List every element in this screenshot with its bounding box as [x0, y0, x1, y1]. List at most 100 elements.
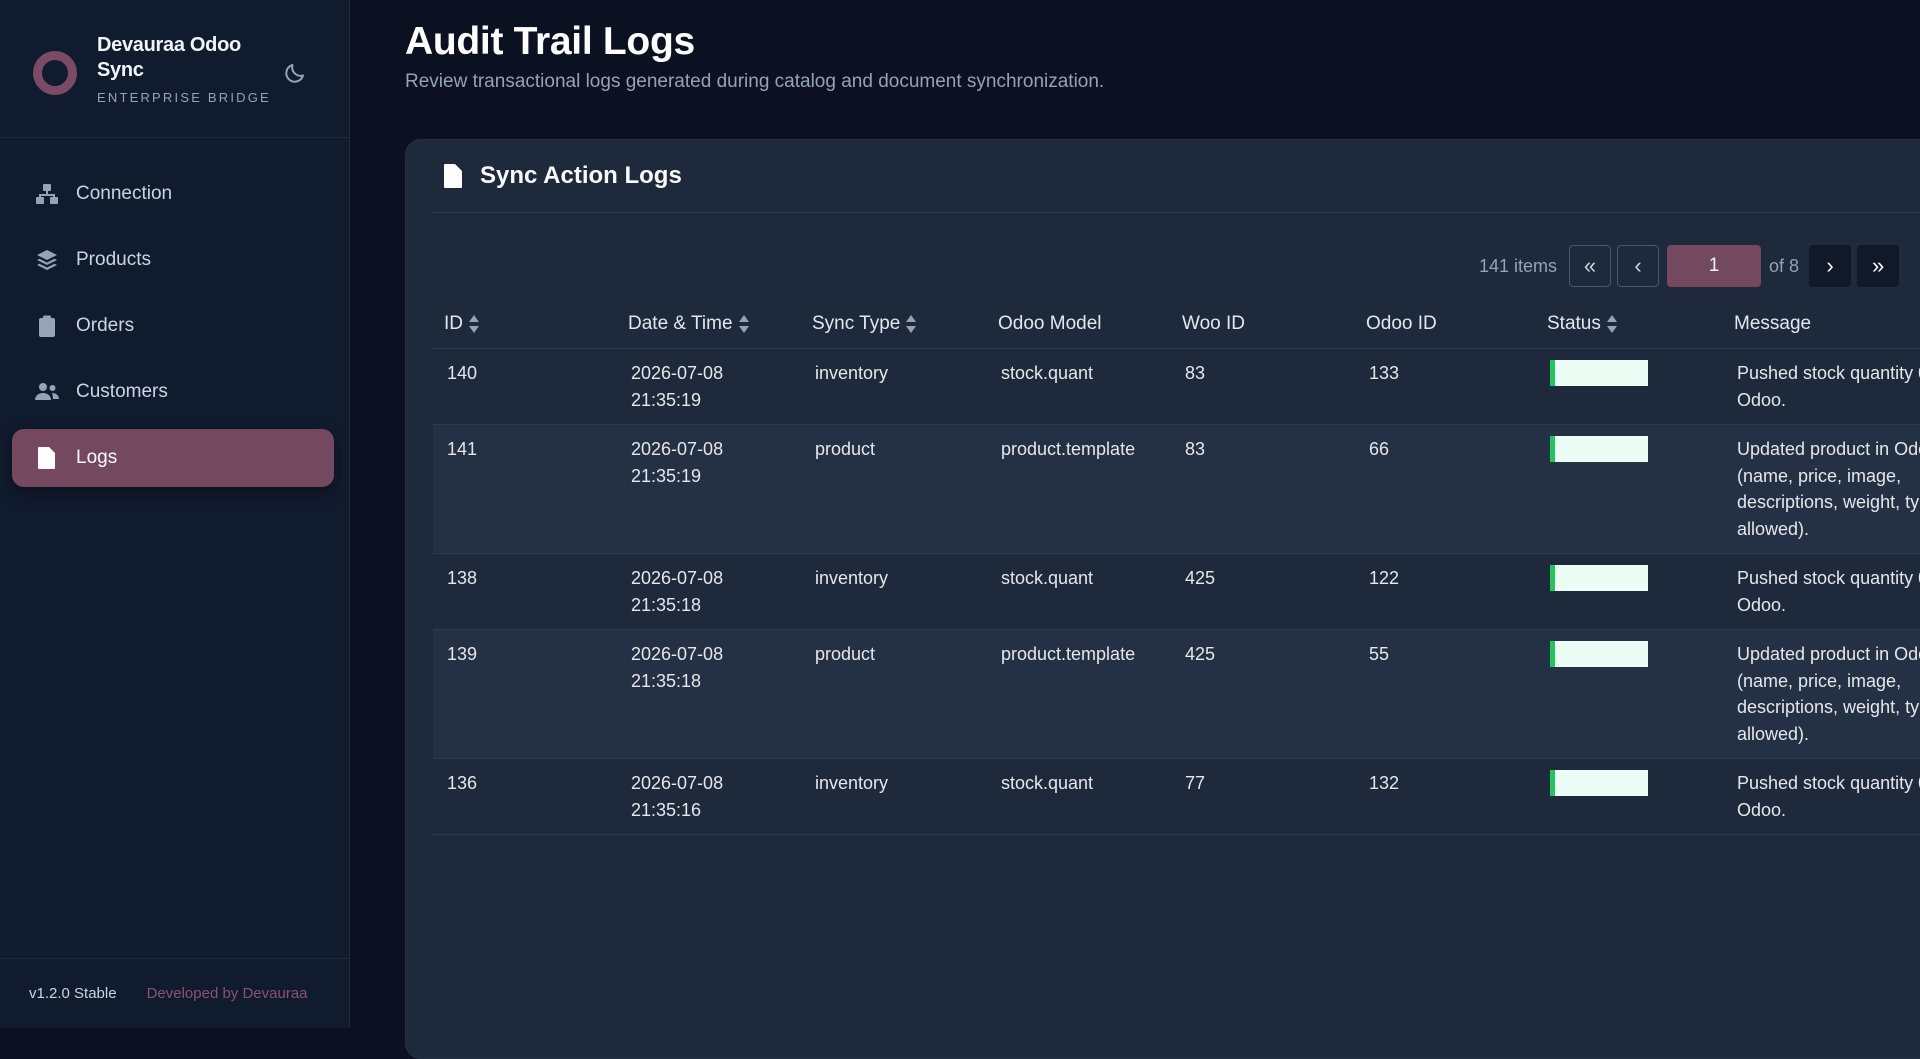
brand-header: Devauraa Odoo Sync ENTERPRISE BRIDGE — [0, 0, 349, 138]
cell-sync-type: product — [801, 629, 987, 759]
sidebar-item-orders[interactable]: Orders — [12, 297, 334, 355]
first-page-button[interactable]: « — [1569, 245, 1612, 287]
status-badge: success — [1550, 436, 1648, 462]
cell-odoo-id: 122 — [1355, 553, 1536, 630]
cell-message: Updated product in Odoo (name, price, im… — [1723, 629, 1920, 759]
prev-page-button[interactable]: ‹ — [1617, 245, 1660, 287]
page-total: of 8 — [1769, 255, 1800, 276]
file-icon — [34, 445, 60, 471]
cell-date-time: 2026-07-08 21:35:19 — [617, 424, 801, 554]
sort-icon — [1606, 314, 1617, 333]
cell-odoo-model: stock.quant — [987, 758, 1171, 835]
table-header-row: ID Date & Time Sync Type Odoo Model Woo … — [433, 300, 1920, 349]
column-header-status[interactable]: Status — [1536, 300, 1723, 349]
cell-odoo-model: stock.quant — [987, 553, 1171, 630]
layers-icon — [34, 247, 60, 273]
version-label: v1.2.0 Stable — [29, 985, 117, 1002]
sort-icon — [738, 314, 749, 333]
current-page[interactable]: 1 — [1667, 245, 1762, 287]
cell-status: success — [1536, 629, 1723, 759]
sitemap-icon — [34, 181, 60, 207]
brand-name: Devauraa Odoo Sync — [97, 34, 241, 81]
cell-date-time: 2026-07-08 21:35:18 — [617, 629, 801, 759]
file-icon — [444, 164, 462, 188]
cell-sync-type: inventory — [801, 553, 987, 630]
cell-date-time: 2026-07-08 21:35:19 — [617, 348, 801, 425]
cell-id: 138 — [433, 553, 617, 630]
column-header-message: Message — [1723, 300, 1920, 349]
cell-woo-id: 77 — [1171, 758, 1355, 835]
card-header: Sync Action Logs — [433, 140, 1920, 213]
pagination: 141 items « ‹ 1 of 8 › » — [1479, 244, 1905, 288]
cell-status: success — [1536, 348, 1723, 425]
sort-icon — [906, 314, 917, 333]
column-header-date-time[interactable]: Date & Time — [617, 300, 801, 349]
sidebar-item-products[interactable]: Products — [12, 231, 334, 289]
sidebar-nav: Connection Products Orders Customers Log… — [12, 165, 334, 495]
page-title: Audit Trail Logs — [405, 20, 695, 63]
cell-id: 139 — [433, 629, 617, 759]
column-header-odoo-id: Odoo ID — [1355, 300, 1536, 349]
next-page-button[interactable]: › — [1809, 245, 1852, 287]
cell-status: success — [1536, 758, 1723, 835]
column-header-odoo-model: Odoo Model — [987, 300, 1171, 349]
table-row[interactable]: 136 2026-07-08 21:35:16 inventory stock.q… — [433, 758, 1920, 835]
cell-woo-id: 83 — [1171, 348, 1355, 425]
status-badge: success — [1550, 565, 1648, 591]
cell-id: 141 — [433, 424, 617, 554]
sync-logs-card: Sync Action Logs 141 items « ‹ 1 of 8 › … — [405, 139, 1920, 1059]
sort-icon — [469, 314, 479, 333]
table-row[interactable]: 140 2026-07-08 21:35:19 inventory stock.q… — [433, 348, 1920, 425]
cell-odoo-id: 132 — [1355, 758, 1536, 835]
moon-icon — [285, 64, 304, 83]
cell-date-time: 2026-07-08 21:35:18 — [617, 553, 801, 630]
cell-odoo-model: stock.quant — [987, 348, 1171, 425]
cell-message: Pushed stock quantity 0 to Odoo. — [1723, 758, 1920, 835]
cell-odoo-id: 133 — [1355, 348, 1536, 425]
cell-sync-type: inventory — [801, 348, 987, 425]
cell-status: success — [1536, 424, 1723, 554]
column-header-woo-id: Woo ID — [1171, 300, 1355, 349]
cell-woo-id: 425 — [1171, 553, 1355, 630]
cell-woo-id: 425 — [1171, 629, 1355, 759]
sidebar-item-customers[interactable]: Customers — [12, 363, 334, 421]
cell-odoo-model: product.template — [987, 629, 1171, 759]
status-badge: success — [1550, 360, 1648, 386]
sidebar-item-logs[interactable]: Logs — [12, 429, 334, 487]
table-row[interactable]: 139 2026-07-08 21:35:18 product product.t… — [433, 629, 1920, 759]
card-title: Sync Action Logs — [480, 162, 682, 189]
sidebar-footer: v1.2.0 Stable Developed by Devauraa — [0, 958, 349, 1028]
sidebar-item-label: Products — [76, 249, 151, 270]
sidebar: Devauraa Odoo Sync ENTERPRISE BRIDGE Con… — [0, 0, 350, 1028]
cell-woo-id: 83 — [1171, 424, 1355, 554]
column-header-sync-type[interactable]: Sync Type — [801, 300, 987, 349]
cell-odoo-model: product.template — [987, 424, 1171, 554]
cell-message: Pushed stock quantity 0 to Odoo. — [1723, 348, 1920, 425]
sidebar-item-label: Customers — [76, 381, 168, 402]
cell-message: Updated product in Odoo (name, price, im… — [1723, 424, 1920, 554]
last-page-button[interactable]: » — [1857, 245, 1900, 287]
cell-odoo-id: 66 — [1355, 424, 1536, 554]
column-header-id[interactable]: ID — [433, 300, 617, 349]
sidebar-item-connection[interactable]: Connection — [12, 165, 334, 223]
items-count: 141 items — [1479, 255, 1558, 276]
table-row[interactable]: 138 2026-07-08 21:35:18 inventory stock.q… — [433, 553, 1920, 630]
brand-subtitle: ENTERPRISE BRIDGE — [97, 90, 271, 105]
cell-id: 136 — [433, 758, 617, 835]
table-row[interactable]: 141 2026-07-08 21:35:19 product product.t… — [433, 424, 1920, 554]
logs-table: ID Date & Time Sync Type Odoo Model Woo … — [433, 300, 1920, 835]
cell-id: 140 — [433, 348, 617, 425]
cell-sync-type: product — [801, 424, 987, 554]
theme-toggle-button[interactable] — [280, 58, 310, 88]
page-subtitle: Review transactional logs generated duri… — [405, 71, 1105, 92]
cell-date-time: 2026-07-08 21:35:16 — [617, 758, 801, 835]
cell-odoo-id: 55 — [1355, 629, 1536, 759]
sidebar-item-label: Logs — [76, 447, 118, 468]
status-badge: success — [1550, 641, 1648, 667]
developer-credit: Developed by Devauraa — [146, 985, 308, 1002]
cell-status: success — [1536, 553, 1723, 630]
cell-sync-type: inventory — [801, 758, 987, 835]
sidebar-item-label: Orders — [76, 315, 135, 336]
logo-icon — [33, 51, 77, 95]
users-icon — [34, 379, 60, 405]
